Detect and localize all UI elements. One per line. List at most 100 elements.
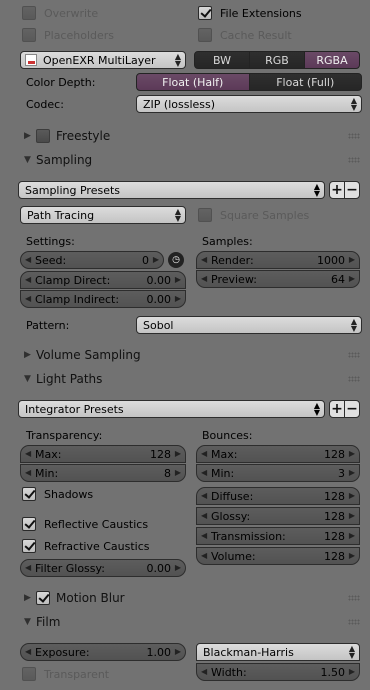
transparency-max-field[interactable]: ◀ Max: 128 ▶ bbox=[20, 445, 186, 463]
decrement-arrow-icon[interactable]: ◀ bbox=[25, 255, 31, 264]
increment-arrow-icon[interactable]: ▶ bbox=[175, 449, 181, 458]
color-mode-bw[interactable]: BW bbox=[194, 51, 250, 69]
increment-arrow-icon[interactable]: ▶ bbox=[349, 468, 355, 477]
remove-preset-button[interactable]: − bbox=[344, 400, 360, 418]
panel-title: Light Paths bbox=[36, 372, 103, 386]
increment-arrow-icon[interactable]: ▶ bbox=[349, 274, 355, 283]
decrement-arrow-icon[interactable]: ◀ bbox=[25, 294, 31, 303]
clamp-direct-label: Clamp Direct: bbox=[35, 273, 111, 287]
filter-glossy-value: 0.00 bbox=[146, 561, 172, 575]
increment-arrow-icon[interactable]: ▶ bbox=[153, 255, 159, 264]
decrement-arrow-icon[interactable]: ◀ bbox=[25, 647, 31, 656]
updown-arrows-icon: ▲ ▼ bbox=[350, 96, 357, 112]
square-samples-checkbox[interactable] bbox=[198, 208, 212, 222]
increment-arrow-icon[interactable]: ▶ bbox=[175, 563, 181, 572]
increment-arrow-icon[interactable]: ▶ bbox=[175, 275, 181, 284]
increment-arrow-icon[interactable]: ▶ bbox=[349, 531, 355, 540]
panel-header-light-paths[interactable]: ▼ Light Paths bbox=[0, 368, 370, 390]
updown-arrows-icon: ▲ ▼ bbox=[313, 401, 320, 417]
decrement-arrow-icon[interactable]: ◀ bbox=[201, 468, 207, 477]
increment-arrow-icon[interactable]: ▶ bbox=[175, 468, 181, 477]
increment-arrow-icon[interactable]: ▶ bbox=[349, 551, 355, 560]
color-depth-full[interactable]: Float (Full) bbox=[248, 73, 362, 91]
panel-header-freestyle[interactable]: ▶ Freestyle bbox=[0, 125, 370, 147]
cache-result-checkbox[interactable] bbox=[198, 28, 212, 42]
increment-arrow-icon[interactable]: ▶ bbox=[349, 491, 355, 500]
seed-field[interactable]: ◀ Seed: 0 ▶ bbox=[20, 251, 164, 269]
glossy-bounces-field[interactable]: ◀ Glossy: 128 ▶ bbox=[196, 507, 360, 525]
color-mode-rgb[interactable]: RGB bbox=[249, 51, 305, 69]
decrement-arrow-icon[interactable]: ◀ bbox=[201, 255, 207, 264]
transparent-checkbox[interactable] bbox=[22, 667, 36, 681]
transparency-max-label: Max: bbox=[35, 447, 62, 461]
increment-arrow-icon[interactable]: ▶ bbox=[349, 511, 355, 520]
refractive-caustics-checkbox[interactable] bbox=[22, 539, 36, 553]
integrator-presets-bar: Integrator Presets ▲ ▼ + − bbox=[18, 400, 360, 418]
panel-header-sampling[interactable]: ▼ Sampling bbox=[0, 149, 370, 171]
color-depth-half[interactable]: Float (Half) bbox=[136, 73, 250, 91]
decrement-arrow-icon[interactable]: ◀ bbox=[25, 275, 31, 284]
sampling-presets-menu[interactable]: Sampling Presets ▲ ▼ bbox=[18, 181, 325, 199]
drag-grip-icon[interactable] bbox=[348, 619, 360, 625]
transparency-min-field[interactable]: ◀ Min: 8 ▶ bbox=[20, 464, 186, 482]
decrement-arrow-icon[interactable]: ◀ bbox=[201, 667, 207, 676]
add-preset-button[interactable]: + bbox=[329, 400, 345, 418]
filter-glossy-field[interactable]: ◀ Filter Glossy: 0.00 ▶ bbox=[20, 559, 186, 577]
decrement-arrow-icon[interactable]: ◀ bbox=[201, 274, 207, 283]
decrement-arrow-icon[interactable]: ◀ bbox=[201, 531, 207, 540]
pixel-filter-dropdown[interactable]: Blackman-Harris ▲ ▼ bbox=[196, 643, 360, 661]
shadows-checkbox[interactable] bbox=[22, 487, 36, 501]
transmission-bounces-field[interactable]: ◀ Transmission: 128 ▶ bbox=[196, 527, 360, 545]
integrator-dropdown[interactable]: Path Tracing ▲ ▼ bbox=[20, 206, 186, 224]
file-extensions-checkbox[interactable] bbox=[198, 6, 212, 20]
increment-arrow-icon[interactable]: ▶ bbox=[349, 449, 355, 458]
decrement-arrow-icon[interactable]: ◀ bbox=[25, 449, 31, 458]
decrement-arrow-icon[interactable]: ◀ bbox=[201, 551, 207, 560]
drag-grip-icon[interactable] bbox=[348, 352, 360, 358]
overwrite-checkbox[interactable] bbox=[22, 6, 36, 20]
settings-label: Settings: bbox=[26, 235, 75, 248]
decrement-arrow-icon[interactable]: ◀ bbox=[25, 468, 31, 477]
panel-header-motion-blur[interactable]: ▶ Motion Blur bbox=[0, 587, 370, 609]
freestyle-checkbox[interactable] bbox=[36, 129, 50, 143]
drag-grip-icon[interactable] bbox=[348, 595, 360, 601]
drag-grip-icon[interactable] bbox=[348, 376, 360, 382]
exposure-field[interactable]: ◀ Exposure: 1.00 ▶ bbox=[20, 643, 186, 661]
decrement-arrow-icon[interactable]: ◀ bbox=[201, 491, 207, 500]
decrement-arrow-icon[interactable]: ◀ bbox=[25, 563, 31, 572]
pattern-dropdown[interactable]: Sobol ▲ ▼ bbox=[136, 316, 362, 334]
file-format-dropdown[interactable]: OpenEXR MultiLayer ▲ ▼ bbox=[20, 51, 186, 69]
increment-arrow-icon[interactable]: ▶ bbox=[175, 647, 181, 656]
bounces-max-field[interactable]: ◀ Max: 128 ▶ bbox=[196, 445, 360, 463]
volume-bounces-field[interactable]: ◀ Volume: 128 ▶ bbox=[196, 547, 360, 565]
panel-header-volume-sampling[interactable]: ▶ Volume Sampling bbox=[0, 344, 370, 366]
color-mode-rgba[interactable]: RGBA bbox=[304, 51, 360, 69]
filter-width-field[interactable]: ◀ Width: 1.50 ▶ bbox=[196, 663, 360, 681]
remove-preset-button[interactable]: − bbox=[344, 181, 360, 199]
reflective-caustics-checkbox[interactable] bbox=[22, 517, 36, 531]
diffuse-bounces-field[interactable]: ◀ Diffuse: 128 ▶ bbox=[196, 487, 360, 505]
preview-samples-field[interactable]: ◀ Preview: 64 ▶ bbox=[196, 270, 360, 288]
drag-grip-icon[interactable] bbox=[348, 133, 360, 139]
integrator-presets-menu[interactable]: Integrator Presets ▲ ▼ bbox=[18, 400, 325, 418]
increment-arrow-icon[interactable]: ▶ bbox=[349, 255, 355, 264]
clamp-indirect-field[interactable]: ◀ Clamp Indirect: 0.00 ▶ bbox=[20, 290, 186, 308]
drag-grip-icon[interactable] bbox=[348, 157, 360, 163]
diffuse-value: 128 bbox=[324, 489, 345, 503]
filter-width-value: 1.50 bbox=[320, 665, 346, 679]
panel-header-film[interactable]: ▼ Film bbox=[0, 611, 370, 633]
render-samples-field[interactable]: ◀ Render: 1000 ▶ bbox=[196, 251, 360, 269]
animated-seed-clock-icon[interactable]: ◷ bbox=[168, 252, 184, 268]
placeholders-checkbox[interactable] bbox=[22, 28, 36, 42]
decrement-arrow-icon[interactable]: ◀ bbox=[201, 449, 207, 458]
exposure-value: 1.00 bbox=[146, 645, 172, 659]
codec-dropdown[interactable]: ZIP (lossless) ▲ ▼ bbox=[136, 95, 362, 113]
bounces-min-field[interactable]: ◀ Min: 3 ▶ bbox=[196, 464, 360, 482]
increment-arrow-icon[interactable]: ▶ bbox=[175, 294, 181, 303]
motion-blur-checkbox[interactable] bbox=[36, 591, 50, 605]
decrement-arrow-icon[interactable]: ◀ bbox=[201, 511, 207, 520]
clamp-direct-field[interactable]: ◀ Clamp Direct: 0.00 ▶ bbox=[20, 271, 186, 289]
refractive-caustics-label: Refractive Caustics bbox=[44, 540, 150, 553]
increment-arrow-icon[interactable]: ▶ bbox=[349, 667, 355, 676]
add-preset-button[interactable]: + bbox=[329, 181, 345, 199]
